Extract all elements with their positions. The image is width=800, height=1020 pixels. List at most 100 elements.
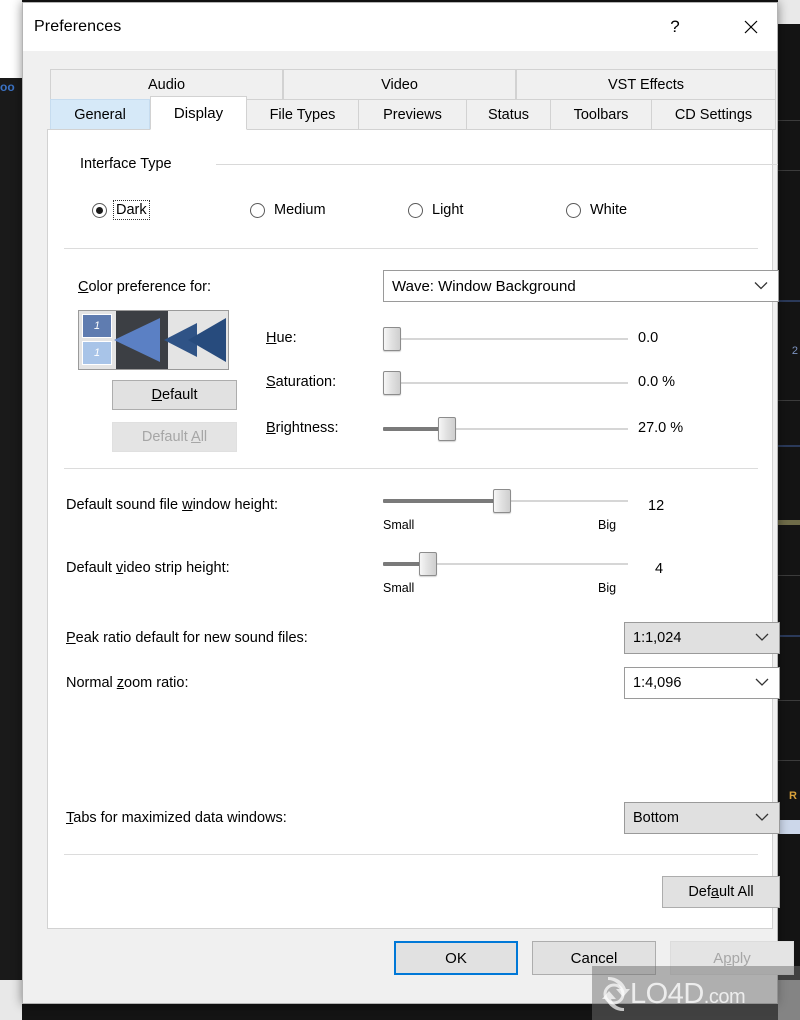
saturation-slider[interactable]	[383, 370, 628, 396]
tabs-maximized-value: Bottom	[633, 810, 679, 826]
background-right-selection	[778, 820, 800, 834]
brightness-slider[interactable]	[383, 416, 628, 442]
radio-option-dark[interactable]: Dark	[92, 200, 150, 220]
chevron-down-icon	[755, 630, 769, 646]
ok-button-label: OK	[445, 949, 467, 967]
peak-ratio-label: Peak ratio default for new sound files:	[66, 630, 308, 646]
slider-thumb[interactable]	[419, 552, 437, 576]
radio-icon[interactable]	[250, 202, 265, 218]
apply-button-label: Apply	[713, 949, 751, 967]
background-tick	[778, 760, 800, 761]
normal-zoom-ratio-select[interactable]: 1:4,096	[624, 667, 780, 699]
tab-status[interactable]: Status	[467, 99, 551, 130]
chevron-down-icon	[755, 810, 769, 826]
slider-fill	[383, 499, 501, 503]
sound-file-window-height-value: 12	[648, 498, 665, 514]
cancel-button[interactable]: Cancel	[532, 941, 656, 975]
chevron-down-icon	[754, 278, 768, 295]
tabs-maximized-select[interactable]: Bottom	[624, 802, 780, 834]
group-divider	[216, 164, 778, 165]
video-strip-height-value: 4	[655, 561, 664, 577]
tab-general[interactable]: General	[50, 99, 150, 130]
peak-ratio-select[interactable]: 1:1,024	[624, 622, 780, 654]
help-icon[interactable]: ?	[652, 3, 698, 51]
tab-label: General	[74, 106, 126, 123]
color-preference-select[interactable]: Wave: Window Background	[383, 270, 779, 302]
radio-label: Dark	[113, 200, 150, 220]
color-preference-value: Wave: Window Background	[392, 277, 576, 295]
tab-label: VST Effects	[607, 76, 685, 93]
tab-row-primary: Audio Video VST Effects	[50, 69, 776, 99]
tab-vst-effects[interactable]: VST Effects	[516, 69, 776, 99]
color-preference-label: Color preference for:	[78, 279, 211, 295]
tab-toolbars[interactable]: Toolbars	[551, 99, 652, 130]
background-tick	[778, 635, 800, 637]
ok-button[interactable]: OK	[394, 941, 518, 975]
radio-option-white[interactable]: White	[566, 201, 629, 219]
normal-zoom-ratio-label: Normal zoom ratio:	[66, 675, 189, 691]
slider-track	[383, 382, 628, 384]
hue-label: Hue:	[266, 330, 297, 346]
tab-label: File Types	[269, 106, 336, 123]
radio-label: Light	[432, 202, 464, 218]
tab-label: Previews	[383, 106, 442, 123]
radio-icon[interactable]	[92, 202, 107, 218]
video-strip-height-slider[interactable]	[383, 551, 628, 577]
normal-zoom-ratio-value: 1:4,096	[633, 675, 682, 691]
tab-previews[interactable]: Previews	[359, 99, 467, 130]
page-default-all-button[interactable]: Default All	[662, 876, 780, 908]
tab-audio[interactable]: Audio	[50, 69, 283, 99]
background-right-strip	[778, 0, 800, 1020]
background-right-top	[778, 0, 800, 24]
background-tick	[778, 170, 800, 171]
background-right-bottom	[778, 980, 800, 1020]
display-settings-page: Interface Type Dark Medium Light White C…	[47, 129, 780, 929]
slider-thumb[interactable]	[493, 489, 511, 513]
brightness-row: Brightness: 27.0 %	[48, 416, 772, 444]
background-tick	[778, 520, 800, 525]
slider-thumb[interactable]	[383, 371, 401, 395]
slider-track	[383, 338, 628, 340]
video-height-max-label: Big	[598, 581, 617, 595]
tabs-maximized-label: Tabs for maximized data windows:	[66, 810, 287, 826]
radio-label: Medium	[274, 202, 326, 218]
tab-file-types[interactable]: File Types	[247, 99, 359, 130]
dialog-title: Preferences	[34, 18, 122, 35]
tab-label: Display	[173, 104, 224, 122]
slider-fill	[383, 427, 445, 431]
background-right-label: R	[789, 790, 797, 802]
tab-display[interactable]: Display	[150, 96, 247, 130]
radio-label: White	[590, 202, 628, 218]
tab-label: Video	[381, 76, 418, 93]
background-tick	[778, 400, 800, 401]
close-icon[interactable]	[728, 3, 774, 51]
tab-label: Toolbars	[573, 106, 629, 123]
sound-height-max-label: Big	[598, 518, 617, 532]
radio-option-light[interactable]: Light	[408, 201, 465, 219]
peak-ratio-value: 1:1,024	[633, 630, 682, 646]
sound-file-window-height-label: Default sound file window height:	[66, 497, 279, 513]
tab-video[interactable]: Video	[283, 69, 516, 99]
slider-thumb[interactable]	[383, 327, 401, 351]
background-tick	[778, 575, 800, 576]
video-strip-height-label: Default video strip height:	[66, 560, 230, 576]
hue-row: Hue: 0.0	[48, 326, 772, 354]
sound-file-window-height-slider[interactable]	[383, 488, 628, 514]
brightness-value: 27.0 %	[638, 420, 684, 436]
chevron-down-icon	[755, 675, 769, 691]
hue-slider[interactable]	[383, 326, 628, 352]
cancel-button-label: Cancel	[570, 949, 618, 967]
hue-value: 0.0	[638, 330, 659, 346]
tab-row-secondary: General Display File Types Previews Stat…	[50, 96, 776, 130]
radio-icon[interactable]	[566, 202, 581, 218]
apply-button: Apply	[670, 941, 794, 975]
preferences-dialog: Preferences ? Audio Video VST Effects Ge…	[22, 2, 794, 1004]
tab-label: Audio	[147, 76, 186, 93]
radio-icon[interactable]	[408, 202, 423, 218]
tab-cd-settings[interactable]: CD Settings	[652, 99, 776, 130]
color-preference-label-rest: olor preference for:	[88, 279, 211, 295]
dialog-titlebar: Preferences ?	[23, 3, 777, 51]
slider-thumb[interactable]	[438, 417, 456, 441]
radio-option-medium[interactable]: Medium	[250, 201, 328, 219]
background-right-number: 2	[791, 345, 798, 357]
